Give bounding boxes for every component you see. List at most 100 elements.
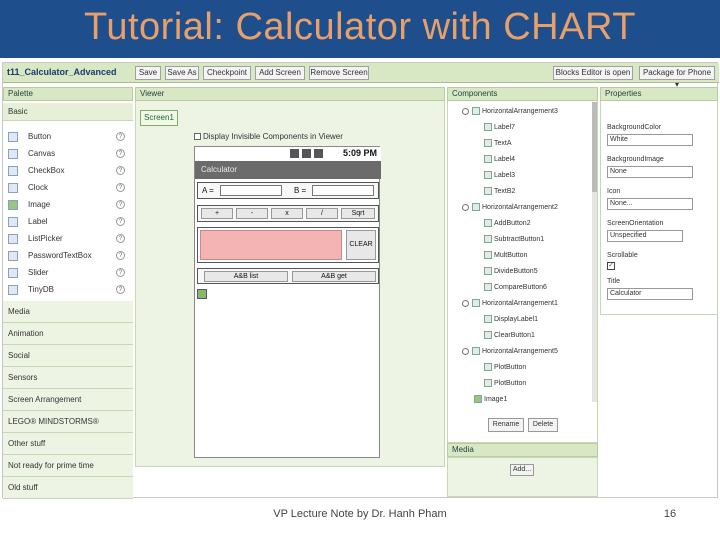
horizontal-arrangement-plot: A&B list A&B get (197, 268, 379, 284)
checkpoint-button[interactable]: Checkpoint (203, 66, 251, 80)
screen-orientation-select[interactable]: Unspecified (607, 230, 683, 242)
status-time: 5:09 PM (342, 148, 377, 158)
multiply-button[interactable]: x (271, 208, 303, 219)
tree-node[interactable]: Label3 (484, 170, 515, 182)
text-a-input[interactable] (220, 185, 282, 196)
tree-node[interactable]: MultButton (484, 250, 527, 262)
palette-item-tinydb[interactable]: TinyDB? (8, 282, 128, 298)
label-a: A = (202, 186, 214, 195)
palette-item-image[interactable]: Image? (8, 197, 128, 213)
collapse-icon[interactable] (462, 299, 469, 307)
clear-button[interactable]: CLEAR (346, 230, 376, 260)
palette-section-animation[interactable]: Animation (3, 323, 133, 345)
designer-toolbar: t11_Calculator_Advanced Save Save As Che… (3, 63, 719, 89)
sqrt-button[interactable]: Sqrt (341, 208, 375, 219)
palette-item-passwordtextbox[interactable]: PasswordTextBox? (8, 248, 128, 264)
background-image-field[interactable]: None (607, 166, 693, 178)
palette-item-checkbox[interactable]: CheckBox? (8, 163, 128, 179)
palette-section-screen-arrangement[interactable]: Screen Arrangement (3, 389, 133, 411)
palette-item-canvas[interactable]: Canvas? (8, 146, 128, 162)
palette-section-media[interactable]: Media (3, 301, 133, 323)
collapse-icon[interactable] (462, 347, 469, 355)
help-icon[interactable]: ? (116, 200, 125, 209)
title-field[interactable]: Calculator (607, 288, 693, 300)
help-icon[interactable]: ? (116, 251, 125, 260)
scrollable-checkbox[interactable]: ✓ (607, 262, 615, 270)
help-icon[interactable]: ? (116, 217, 125, 226)
blocks-editor-button[interactable]: Blocks Editor is open (553, 66, 633, 80)
save-button[interactable]: Save (135, 66, 161, 80)
help-icon[interactable]: ? (116, 285, 125, 294)
text-b-input[interactable] (312, 185, 374, 196)
tree-node[interactable]: Label7 (484, 122, 515, 134)
remove-screen-button[interactable]: Remove Screen (309, 66, 369, 80)
palette-item-listpicker[interactable]: ListPicker? (8, 231, 128, 247)
background-color-field[interactable]: White (607, 134, 693, 146)
icon-field[interactable]: None... (607, 198, 693, 210)
horizontal-arrangement-inputs: A = B = (197, 182, 379, 199)
media-panel: Media Add... (447, 443, 598, 497)
tree-node[interactable]: HorizontalArrangement3 (462, 106, 558, 118)
label-icon (484, 315, 492, 324)
tree-node[interactable]: TextB2 (484, 186, 515, 198)
add-screen-button[interactable]: Add Screen (255, 66, 305, 80)
palette-item-label[interactable]: Label? (8, 214, 128, 230)
tree-node[interactable]: HorizontalArrangement5 (462, 346, 558, 358)
palette-section-other[interactable]: Other stuff (3, 433, 133, 455)
display-invisible-checkbox[interactable]: Display Invisible Components in Viewer (194, 132, 343, 141)
components-scrollbar[interactable] (592, 102, 597, 402)
checkbox-icon[interactable] (194, 133, 201, 141)
palette-item-button[interactable]: Button? (8, 129, 128, 145)
components-panel: Components HorizontalArrangement3 Label7… (447, 87, 598, 443)
tree-node[interactable]: AddButton2 (484, 218, 531, 230)
rename-button[interactable]: Rename (488, 418, 524, 432)
help-icon[interactable]: ? (116, 149, 125, 158)
palette-section-lego[interactable]: LEGO® MINDSTORMS® (3, 411, 133, 433)
label-b: B = (294, 186, 307, 195)
palette-item-clock[interactable]: Clock? (8, 180, 128, 196)
help-icon[interactable]: ? (116, 166, 125, 175)
help-icon[interactable]: ? (116, 183, 125, 192)
signal-icon (302, 149, 311, 158)
subtract-button[interactable]: - (236, 208, 268, 219)
ab-get-button[interactable]: A&B get (292, 271, 376, 282)
help-icon[interactable]: ? (116, 234, 125, 243)
add-button[interactable]: + (201, 208, 233, 219)
tree-node[interactable]: CompareButton6 (484, 282, 547, 294)
palette-section-old[interactable]: Old stuff (3, 477, 133, 499)
tree-node[interactable]: PlotButton (484, 362, 526, 374)
palette-section-basic[interactable]: Basic (3, 103, 133, 121)
scrollbar-thumb[interactable] (592, 102, 597, 192)
tree-node[interactable]: PlotButton (484, 378, 526, 390)
tree-node[interactable]: DisplayLabel1 (484, 314, 538, 326)
collapse-icon[interactable] (462, 203, 469, 211)
palette-item-slider[interactable]: Slider? (8, 265, 128, 281)
add-media-button[interactable]: Add... (510, 464, 534, 476)
ab-list-button[interactable]: A&B list (204, 271, 288, 282)
tree-node[interactable]: HorizontalArrangement1 (462, 298, 558, 310)
label-icon (8, 217, 18, 227)
canvas-icon (8, 149, 18, 159)
delete-button[interactable]: Delete (528, 418, 558, 432)
tree-node[interactable]: Label4 (484, 154, 515, 166)
save-as-button[interactable]: Save As (165, 66, 199, 80)
help-icon[interactable]: ? (116, 268, 125, 277)
collapse-icon[interactable] (462, 107, 469, 115)
screen-tab[interactable]: Screen1 (140, 110, 178, 126)
button-icon (484, 379, 492, 388)
tree-node[interactable]: TextA (484, 138, 512, 150)
palette-header: Palette (3, 87, 133, 101)
tree-node[interactable]: ClearButton1 (484, 330, 535, 342)
palette-section-sensors[interactable]: Sensors (3, 367, 133, 389)
package-for-phone-button[interactable]: Package for Phone ▾ (639, 66, 715, 89)
tree-node[interactable]: HorizontalArrangement2 (462, 202, 558, 214)
arrangement-icon (472, 299, 480, 308)
divide-button[interactable]: / (306, 208, 338, 219)
usb-icon (290, 149, 299, 158)
tree-node[interactable]: Image1 (474, 394, 507, 406)
tree-node[interactable]: SubtractButton1 (484, 234, 544, 246)
palette-section-social[interactable]: Social (3, 345, 133, 367)
tree-node[interactable]: DivideButton5 (484, 266, 538, 278)
help-icon[interactable]: ? (116, 132, 125, 141)
palette-section-not-ready[interactable]: Not ready for prime time (3, 455, 133, 477)
